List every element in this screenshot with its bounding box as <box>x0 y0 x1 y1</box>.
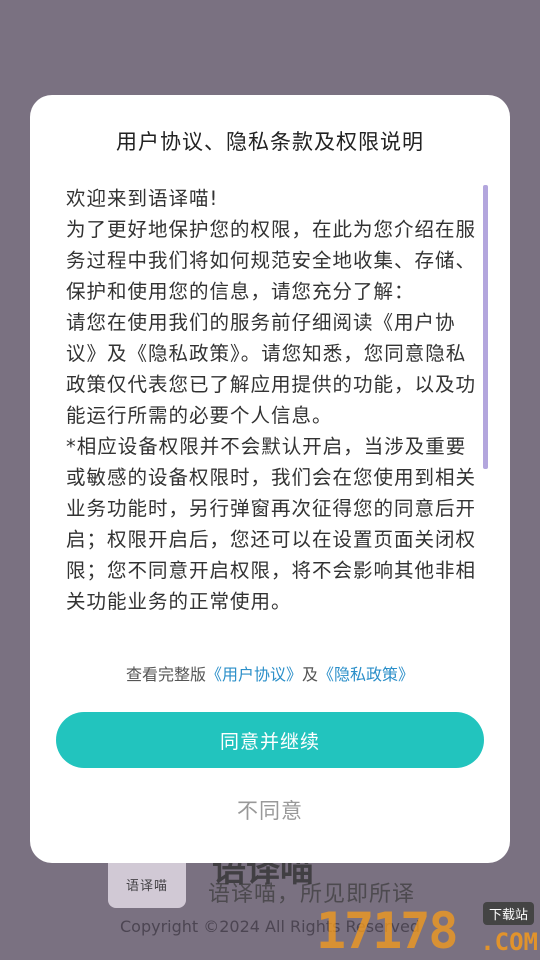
privacy-policy-link[interactable]: 《隐私政策》 <box>318 665 414 684</box>
watermark-number: 17178 <box>316 902 459 960</box>
agreement-text-scroll[interactable]: 欢迎来到语译喵! 为了更好地保护您的权限，在此为您介绍在服务过程中我们将如何规范… <box>66 183 476 637</box>
links-prefix: 查看完整版 <box>125 665 206 684</box>
agreement-paragraph: *相应设备权限并不会默认开启，当涉及重要或敏感的设备权限时，我们会在您使用到相关… <box>66 435 476 613</box>
user-agreement-link[interactable]: 《用户协议》 <box>206 665 302 684</box>
full-version-links: 查看完整版《用户协议》及《隐私政策》 <box>30 661 510 685</box>
agree-continue-button[interactable]: 同意并继续 <box>56 712 484 768</box>
watermark-logo: 17178 下载站 .COM <box>316 898 540 960</box>
screen: 语译喵 语译喵 语译喵，所见即所译 Copyright ©2024 All Ri… <box>0 0 540 960</box>
watermark-domain: .COM <box>480 928 538 956</box>
agreement-paragraph: 为了更好地保护您的权限，在此为您介绍在服务过程中我们将如何规范安全地收集、存储、… <box>66 218 476 303</box>
disagree-button[interactable]: 不同意 <box>30 795 510 825</box>
privacy-dialog: 用户协议、隐私条款及权限说明 欢迎来到语译喵! 为了更好地保护您的权限，在此为您… <box>30 95 510 863</box>
agreement-paragraph: 请您在使用我们的服务前仔细阅读《用户协议》及《隐私政策》。请您知悉，您同意隐私政… <box>66 311 476 427</box>
app-logo-text: 语译喵 <box>125 879 168 894</box>
watermark-badge: 下载站 <box>482 902 534 925</box>
links-conjunction: 及 <box>302 665 319 684</box>
dialog-title: 用户协议、隐私条款及权限说明 <box>116 130 424 154</box>
agreement-paragraph: 欢迎来到语译喵! <box>66 187 219 210</box>
scrollbar-thumb[interactable] <box>483 185 488 469</box>
